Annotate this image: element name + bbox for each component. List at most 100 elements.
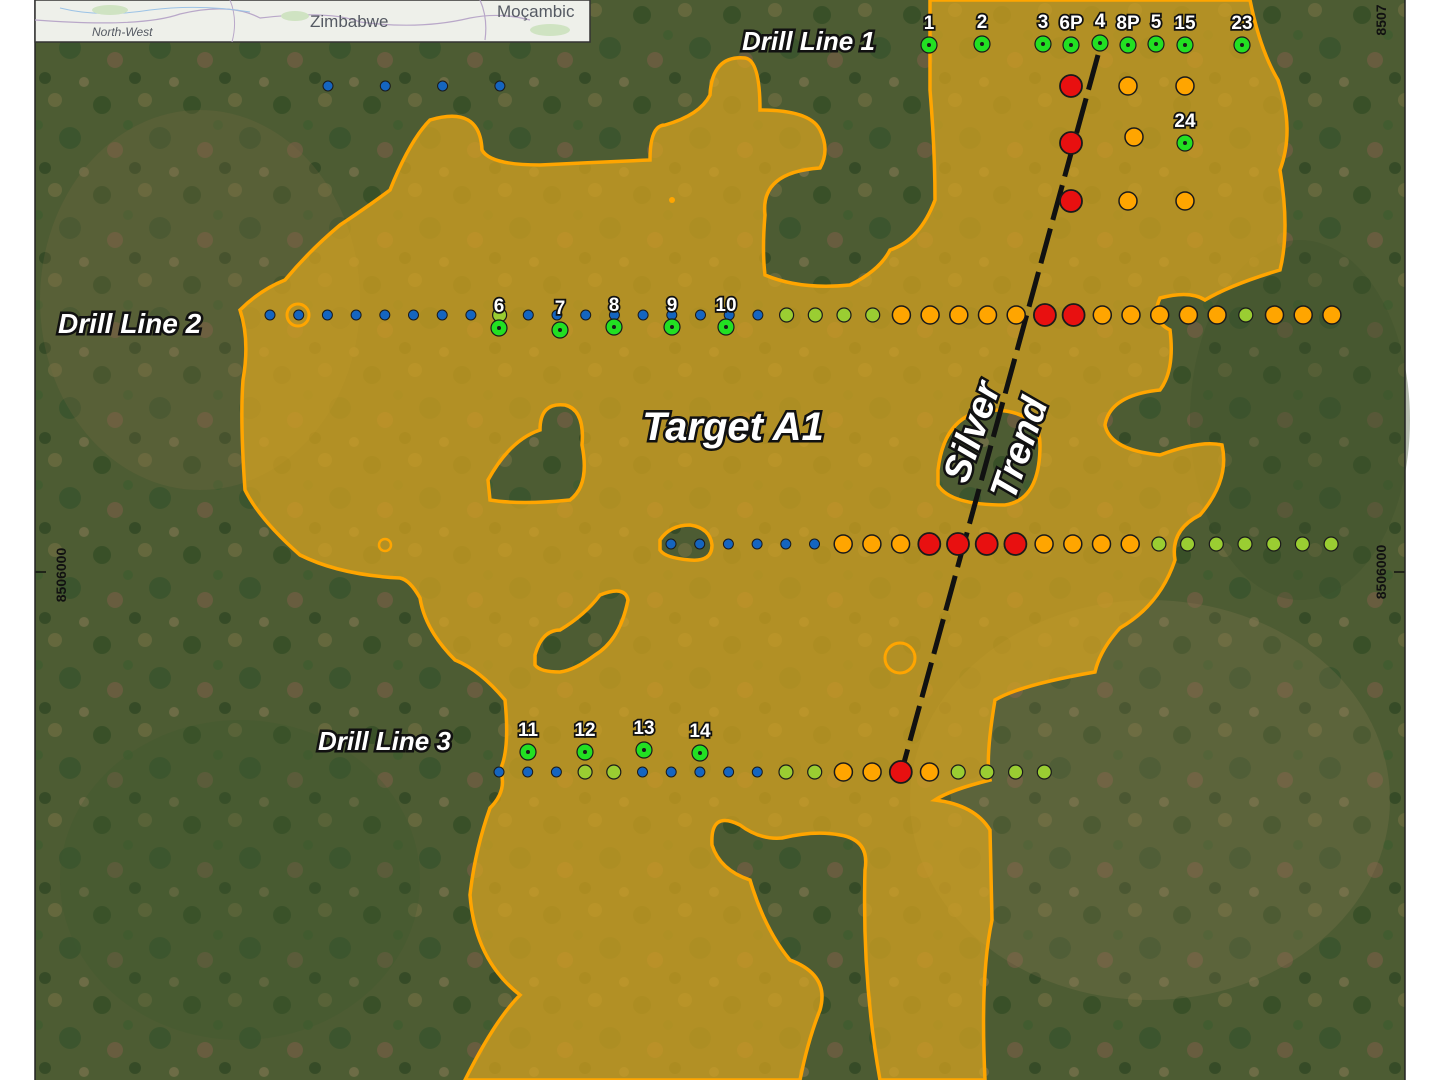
sample-point-medium[interactable] <box>920 305 940 325</box>
sample-point-high[interactable] <box>1059 131 1083 155</box>
sample-point-very-low[interactable] <box>780 538 792 550</box>
sample-point-medium[interactable] <box>890 534 911 554</box>
sample-point-very-low[interactable] <box>522 766 534 778</box>
drillhole-marker[interactable] <box>717 318 735 336</box>
sample-point-high[interactable] <box>1061 303 1086 327</box>
sample-point-low[interactable] <box>1266 536 1282 552</box>
drillhole-marker[interactable] <box>1176 134 1194 152</box>
drillhole-marker[interactable] <box>551 321 569 339</box>
sample-point-medium[interactable] <box>862 762 882 782</box>
sample-point-very-low[interactable] <box>293 309 305 321</box>
sample-point-very-low[interactable] <box>322 80 334 92</box>
sample-point-medium[interactable] <box>1118 76 1138 96</box>
sample-point-low[interactable] <box>778 764 794 780</box>
sample-point-medium[interactable] <box>1178 305 1199 325</box>
sample-point-medium[interactable] <box>1006 305 1026 325</box>
sample-point-medium[interactable] <box>1293 305 1313 325</box>
sample-point-high[interactable] <box>1059 189 1083 213</box>
inset-locator-map[interactable]: Zimbabwe Moçambic North-West <box>34 0 591 43</box>
sample-point-low[interactable] <box>606 764 622 780</box>
sample-point-low[interactable] <box>865 307 881 323</box>
sample-point-very-low[interactable] <box>321 309 333 321</box>
sample-point-medium[interactable] <box>891 305 912 325</box>
sample-point-medium[interactable] <box>833 534 853 554</box>
sample-point-low[interactable] <box>778 307 795 323</box>
sample-point-very-low[interactable] <box>751 766 763 778</box>
sample-point-very-low[interactable] <box>752 309 764 321</box>
drillhole-marker[interactable] <box>519 743 537 761</box>
sample-point-very-low[interactable] <box>722 538 734 550</box>
sample-point-very-low[interactable] <box>694 538 706 550</box>
sample-point-very-low[interactable] <box>436 309 448 321</box>
sample-point-low[interactable] <box>836 307 852 323</box>
sample-point-low[interactable] <box>807 307 823 323</box>
sample-point-medium[interactable] <box>1092 305 1113 325</box>
sample-point-medium[interactable] <box>862 534 882 554</box>
sample-point-medium[interactable] <box>1118 191 1138 211</box>
sample-point-low[interactable] <box>950 764 966 780</box>
sample-point-very-low[interactable] <box>751 538 763 550</box>
sample-point-very-low[interactable] <box>580 309 592 321</box>
sample-point-low[interactable] <box>1179 536 1196 552</box>
sample-point-low[interactable] <box>1238 307 1254 323</box>
drillhole-marker[interactable] <box>1147 35 1165 53</box>
drillhole-marker[interactable] <box>635 741 653 759</box>
sample-point-low[interactable] <box>1208 536 1224 552</box>
sample-point-very-low[interactable] <box>350 309 362 321</box>
sample-point-very-low[interactable] <box>665 538 677 550</box>
sample-point-very-low[interactable] <box>493 766 505 778</box>
sample-point-high[interactable] <box>974 532 999 556</box>
sample-point-low[interactable] <box>1294 536 1311 552</box>
sample-point-high[interactable] <box>1059 74 1083 98</box>
drillhole-marker[interactable] <box>576 743 594 761</box>
sample-point-high[interactable] <box>917 532 942 556</box>
sample-point-medium[interactable] <box>1063 534 1083 554</box>
sample-point-very-low[interactable] <box>437 80 449 92</box>
sample-point-very-low[interactable] <box>379 309 391 321</box>
sample-point-very-low[interactable] <box>550 766 562 778</box>
drillhole-marker[interactable] <box>1062 36 1080 54</box>
sample-point-high[interactable] <box>888 760 913 784</box>
sample-point-very-low[interactable] <box>637 766 648 778</box>
sample-point-medium[interactable] <box>919 762 940 782</box>
sample-point-low[interactable] <box>1007 764 1024 780</box>
sample-point-very-low[interactable] <box>637 309 649 321</box>
sample-point-very-low[interactable] <box>408 309 419 321</box>
sample-point-medium[interactable] <box>833 762 854 782</box>
sample-point-very-low[interactable] <box>723 766 735 778</box>
sample-point-medium[interactable] <box>1120 534 1140 554</box>
sample-point-medium[interactable] <box>1175 191 1195 211</box>
sample-point-medium[interactable] <box>1175 76 1195 96</box>
drillhole-marker[interactable] <box>1119 36 1137 54</box>
drillhole-marker[interactable] <box>920 36 938 54</box>
sample-point-low[interactable] <box>577 764 593 780</box>
drillhole-marker[interactable] <box>973 35 991 53</box>
sample-point-medium[interactable] <box>1121 305 1141 325</box>
drillhole-marker[interactable] <box>1091 34 1109 52</box>
sample-point-low[interactable] <box>1323 536 1339 552</box>
sample-point-low[interactable] <box>1036 764 1052 780</box>
drillhole-marker[interactable] <box>490 319 508 337</box>
drillhole-marker[interactable] <box>1176 36 1194 54</box>
sample-point-very-low[interactable] <box>494 80 506 92</box>
sample-point-medium[interactable] <box>1149 305 1170 325</box>
sample-point-very-low[interactable] <box>809 538 820 550</box>
sample-point-medium[interactable] <box>1207 305 1227 325</box>
sample-point-medium[interactable] <box>1322 305 1342 325</box>
sample-point-high[interactable] <box>946 532 970 556</box>
sample-point-high[interactable] <box>1033 303 1057 327</box>
sample-point-medium[interactable] <box>1034 534 1054 554</box>
sample-point-medium[interactable] <box>1124 127 1144 147</box>
sample-point-very-low[interactable] <box>695 309 706 321</box>
sample-point-very-low[interactable] <box>264 309 276 321</box>
drillhole-marker[interactable] <box>1034 35 1052 53</box>
sample-point-low[interactable] <box>1237 536 1253 552</box>
sample-point-medium[interactable] <box>977 305 998 325</box>
map-canvas[interactable]: Target A1 Silver Trend Drill Line 1 Dril… <box>0 0 1440 1080</box>
sample-point-medium[interactable] <box>1264 305 1285 325</box>
drillhole-marker[interactable] <box>663 318 681 336</box>
sample-point-very-low[interactable] <box>665 766 677 778</box>
sample-point-low[interactable] <box>979 764 995 780</box>
drillhole-marker[interactable] <box>691 744 709 762</box>
sample-point-medium[interactable] <box>949 305 969 325</box>
